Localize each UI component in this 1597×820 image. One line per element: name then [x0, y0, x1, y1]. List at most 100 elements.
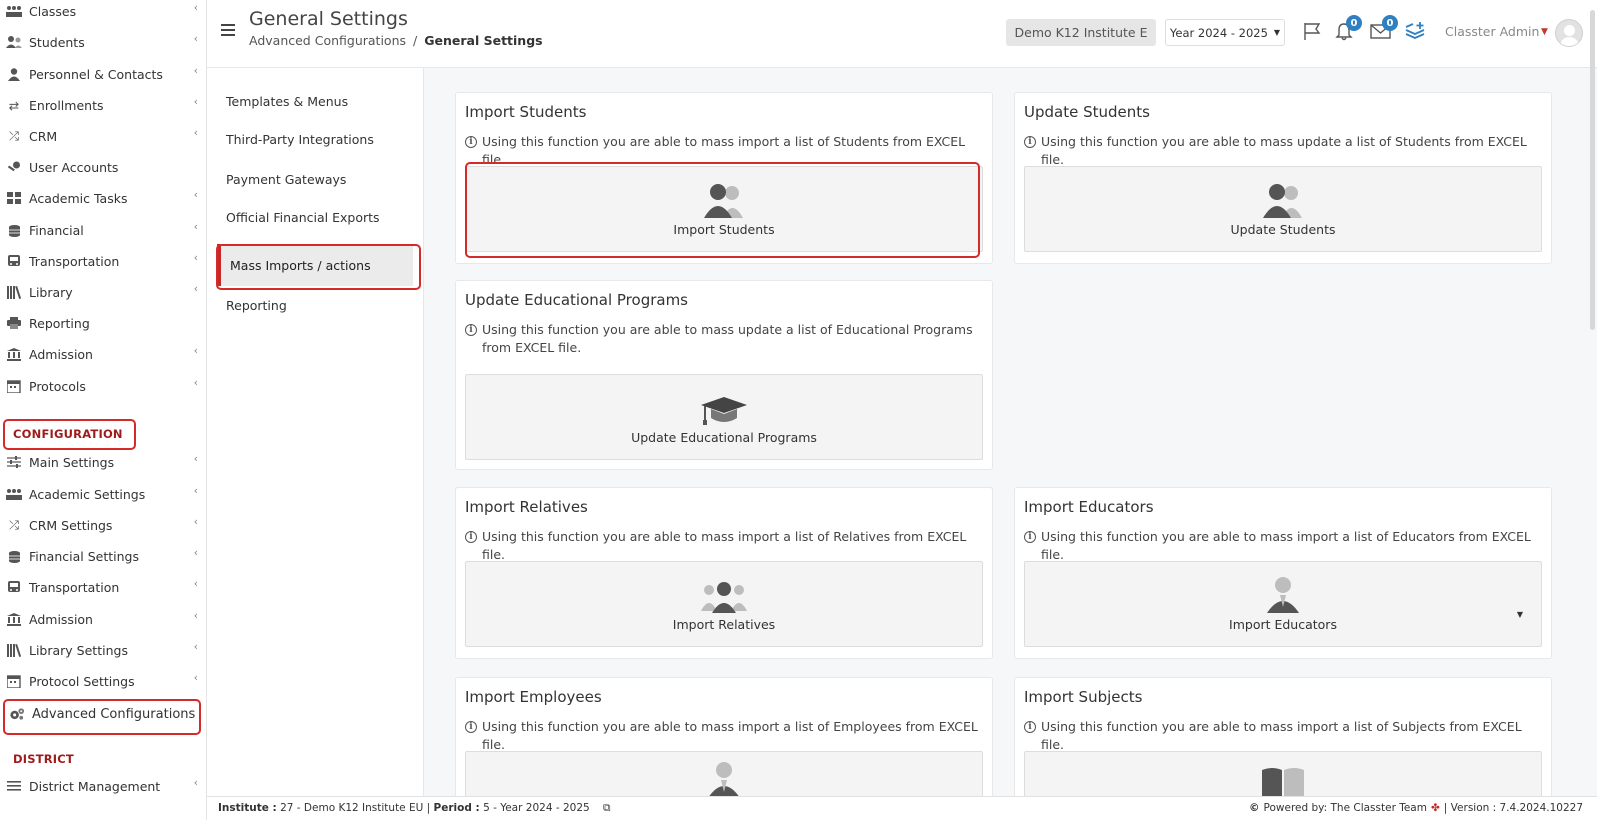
subnav-templates-menus[interactable]: Templates & Menus: [226, 94, 348, 109]
notifications-badge: 0: [1346, 15, 1362, 31]
sidebar-item-transportation[interactable]: Transportation ‹: [0, 247, 207, 275]
chevron-left-icon: ‹: [193, 452, 198, 465]
card-import-educators: Import Educators i Using this function yo…: [1014, 487, 1552, 659]
footer-context: Institute : 27 - Demo K12 Institute EU |…: [218, 802, 611, 814]
card-description: i Using this function you are able to mas…: [1024, 718, 1539, 754]
educator-icon: [1267, 577, 1299, 613]
card-description-text: Using this function you are able to mass…: [482, 719, 978, 752]
import-students-button[interactable]: Import Students: [465, 166, 983, 252]
chevron-left-icon: ‹: [193, 1, 198, 14]
footer-institute-label: Institute :: [218, 802, 277, 814]
layers-add-icon[interactable]: [1403, 19, 1427, 43]
sidebar-item-transportation-settings[interactable]: Transportation ‹: [0, 573, 207, 601]
action-label: Import Educators: [1229, 617, 1337, 632]
subnav-official-financial-exports[interactable]: Official Financial Exports: [226, 210, 380, 225]
classter-team-icon: ✤: [1430, 802, 1440, 814]
coins-icon: [6, 549, 22, 563]
settings-subnav: Templates & Menus Third-Party Integratio…: [207, 68, 424, 796]
flag-icon[interactable]: [1300, 19, 1324, 43]
sidebar-item-financial-settings[interactable]: Financial Settings ‹: [0, 542, 207, 570]
sidebar-item-label: Financial: [29, 222, 84, 238]
action-label: Import Students: [673, 222, 775, 237]
sidebar-item-crm[interactable]: ⤮ CRM ‹: [0, 122, 207, 150]
update-students-button[interactable]: Update Students: [1024, 166, 1542, 252]
sidebar-item-admission[interactable]: Admission ‹: [0, 340, 207, 368]
menu-toggle-icon[interactable]: [221, 24, 235, 36]
copy-icon[interactable]: ⧉: [603, 802, 611, 814]
card-title: Import Relatives: [465, 498, 588, 516]
sidebar-item-label: Academic Tasks: [29, 190, 128, 206]
footer-period-value: 5 - Year 2024 - 2025: [483, 802, 590, 814]
update-educational-programs-button[interactable]: Update Educational Programs: [465, 374, 983, 460]
card-description: i Using this function you are able to mas…: [465, 528, 980, 564]
sidebar-item-user-accounts[interactable]: User Accounts: [0, 153, 207, 181]
sidebar-item-admission-settings[interactable]: Admission ‹: [0, 605, 207, 633]
caret-down-icon[interactable]: ▼: [1541, 27, 1548, 37]
bell-icon[interactable]: 0: [1332, 15, 1362, 43]
footer: Institute : 27 - Demo K12 Institute EU |…: [207, 796, 1597, 820]
sidebar-item-label: District Management: [29, 778, 161, 794]
bus-icon: [6, 580, 22, 594]
list-icon: [6, 779, 22, 793]
caret-down-icon: ▼: [1273, 28, 1281, 37]
sidebar-item-label: Financial Settings: [29, 548, 139, 564]
subnav-mass-imports-actions[interactable]: Mass Imports / actions: [217, 244, 413, 286]
sidebar-item-label: Admission: [29, 611, 93, 627]
section-district: DISTRICT: [13, 752, 74, 766]
crm-icon: ⤮: [8, 128, 19, 143]
import-relatives-button[interactable]: Import Relatives: [465, 561, 983, 647]
sidebar-item-crm-settings[interactable]: ⤮ CRM Settings ‹: [0, 511, 207, 539]
sidebar-item-label: Library: [29, 284, 73, 300]
building-icon: [6, 347, 22, 361]
breadcrumb-current: General Settings: [424, 33, 543, 48]
sidebar-item-label: Protocols: [29, 378, 86, 394]
chevron-left-icon: ‹: [193, 577, 198, 590]
sidebar-item-academic-settings[interactable]: Academic Settings ‹: [0, 480, 207, 508]
subnav-reporting[interactable]: Reporting: [226, 298, 287, 313]
chevron-left-icon: ‹: [193, 126, 198, 139]
card-import-relatives: Import Relatives i Using this function yo…: [455, 487, 993, 659]
sidebar-item-district-management[interactable]: District Management ‹: [0, 772, 207, 800]
classes-icon: [6, 487, 22, 501]
sliders-icon: [6, 455, 22, 469]
chevron-left-icon: ‹: [193, 546, 198, 559]
users-icon: [704, 184, 743, 218]
user-name[interactable]: Classter Admin: [1445, 24, 1539, 39]
building-icon: [6, 612, 22, 626]
sidebar-item-students[interactable]: Students ‹: [0, 28, 207, 56]
action-label: Update Students: [1230, 222, 1336, 237]
sidebar-item-library[interactable]: Library ‹: [0, 278, 207, 306]
sidebar-item-enrollments[interactable]: ⇄ Enrollments ‹: [0, 91, 207, 119]
sidebar-item-label: Students: [29, 34, 85, 50]
institute-selector[interactable]: Demo K12 Institute E: [1006, 19, 1156, 46]
sidebar-item-advanced-configurations[interactable]: Advanced Configurations: [0, 700, 207, 728]
breadcrumb-link[interactable]: Advanced Configurations: [249, 33, 406, 48]
sidebar-item-label: Transportation: [29, 253, 120, 269]
chevron-left-icon: ‹: [193, 251, 198, 264]
page-scrollbar[interactable]: [1590, 10, 1595, 330]
sidebar-item-financial[interactable]: Financial ‹: [0, 216, 207, 244]
year-selector[interactable]: Year 2024 - 2025 ▼: [1165, 19, 1285, 46]
sidebar-item-protocol-settings[interactable]: Protocol Settings ‹: [0, 667, 207, 695]
card-description-text: Using this function you are able to mass…: [482, 322, 973, 355]
info-icon: i: [465, 721, 477, 733]
sidebar-item-main-settings[interactable]: Main Settings ‹: [0, 448, 207, 476]
page-title: General Settings: [249, 8, 408, 30]
sidebar-item-academic-tasks[interactable]: Academic Tasks ‹: [0, 184, 207, 212]
info-icon: i: [1024, 531, 1036, 543]
subnav-payment-gateways[interactable]: Payment Gateways: [226, 172, 346, 187]
avatar[interactable]: [1555, 19, 1583, 47]
caret-down-icon[interactable]: ▼: [1517, 610, 1523, 619]
sidebar-item-classes[interactable]: Classes ‹: [0, 0, 207, 25]
sidebar-item-reporting[interactable]: Reporting: [0, 309, 207, 337]
subnav-third-party-integrations[interactable]: Third-Party Integrations: [226, 132, 374, 147]
envelope-icon[interactable]: 0: [1368, 15, 1398, 43]
sidebar-item-personnel[interactable]: Personnel & Contacts ‹: [0, 60, 207, 88]
card-description: i Using this function you are able to mas…: [1024, 133, 1539, 169]
info-icon: i: [465, 136, 477, 148]
sidebar-item-library-settings[interactable]: Library Settings ‹: [0, 636, 207, 664]
sidebar-item-protocols[interactable]: Protocols ‹: [0, 372, 207, 400]
card-title: Import Educators: [1024, 498, 1154, 516]
sidebar-item-label: Advanced Configurations: [32, 706, 196, 722]
import-educators-button[interactable]: Import Educators ▼: [1024, 561, 1542, 647]
